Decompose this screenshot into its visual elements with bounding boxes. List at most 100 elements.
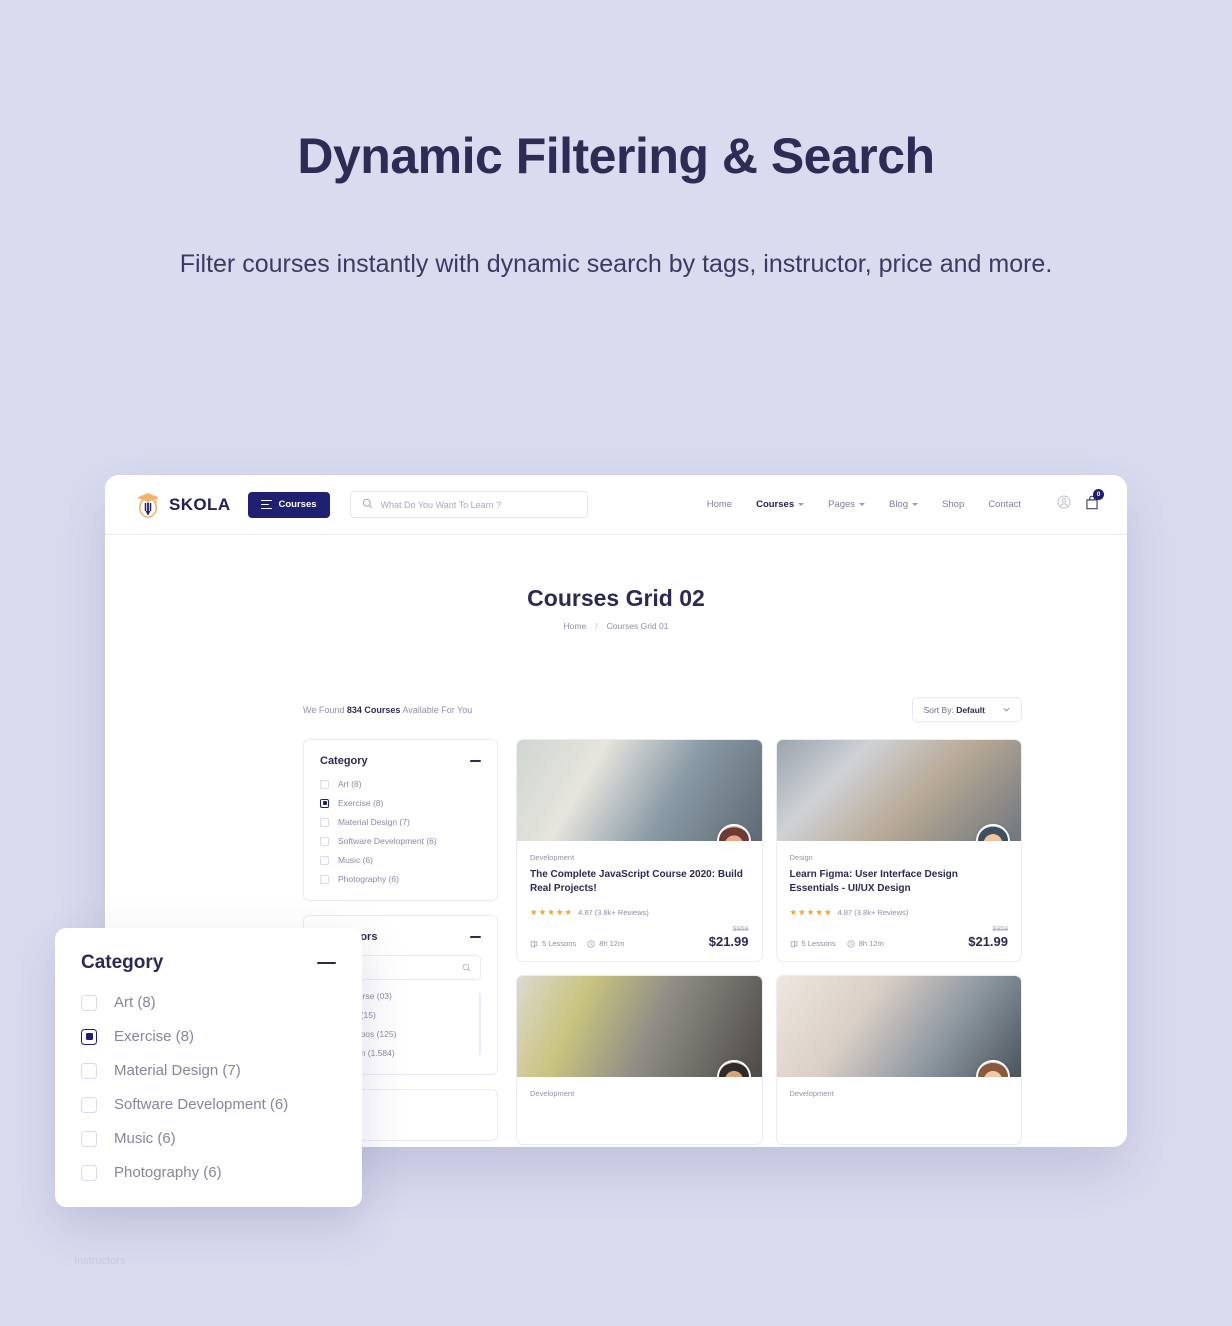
cart-bag-icon[interactable]: 0 bbox=[1085, 488, 1104, 515]
sort-by-value: Default bbox=[956, 704, 985, 715]
category-option-material-design[interactable]: Material Design (7) bbox=[320, 817, 481, 827]
checkbox[interactable] bbox=[320, 817, 329, 827]
category-option-exercise[interactable]: Exercise (8) bbox=[320, 798, 481, 808]
course-page-title: Courses Grid 02 bbox=[527, 585, 705, 611]
header-icons: 0 bbox=[1057, 488, 1104, 515]
results-prefix: We Found bbox=[303, 704, 345, 715]
user-circle-icon[interactable] bbox=[1057, 495, 1071, 514]
checkbox[interactable] bbox=[81, 994, 97, 1011]
course-image bbox=[517, 976, 762, 1078]
option-label: Software Development (6) bbox=[114, 1096, 289, 1113]
courses-menu-button[interactable]: Courses bbox=[247, 491, 330, 518]
instructor-avatar[interactable] bbox=[716, 824, 751, 841]
course-price: $959 $21.99 bbox=[709, 926, 749, 949]
lessons-text: 5 Lessons bbox=[801, 939, 836, 949]
minus-icon[interactable] bbox=[470, 936, 481, 938]
checkbox[interactable] bbox=[81, 1164, 97, 1181]
checkbox[interactable] bbox=[320, 836, 329, 846]
avatar-photo bbox=[978, 826, 1008, 841]
clock-icon bbox=[587, 940, 595, 948]
zoom-category-option-software-development[interactable]: Software Development (6) bbox=[81, 1096, 336, 1113]
clock-icon bbox=[847, 940, 855, 948]
zoom-popup-header: Category bbox=[81, 952, 336, 974]
hero-section: Dynamic Filtering & Search Filter course… bbox=[0, 0, 1232, 284]
category-option-art[interactable]: Art (8) bbox=[320, 779, 481, 789]
nav-label: Shop bbox=[942, 499, 965, 510]
option-label: Photography (6) bbox=[338, 874, 399, 884]
category-option-software-development[interactable]: Software Development (6) bbox=[320, 836, 481, 846]
course-card[interactable]: Development The Complete JavaScript Cour… bbox=[516, 739, 763, 963]
course-title[interactable]: The Complete JavaScript Course 2020: Bui… bbox=[530, 868, 749, 896]
course-title[interactable]: Learn Figma: User Interface Design Essen… bbox=[790, 868, 1009, 896]
checkbox[interactable] bbox=[81, 1096, 97, 1113]
nav-item-home[interactable]: Home bbox=[707, 499, 732, 510]
chevron-down-icon bbox=[1003, 707, 1010, 712]
nav-item-blog[interactable]: Blog bbox=[889, 499, 919, 510]
checkbox-checked[interactable] bbox=[81, 1028, 97, 1045]
search-input[interactable] bbox=[380, 499, 576, 510]
category-option-music[interactable]: Music (6) bbox=[320, 855, 481, 865]
header-search[interactable] bbox=[349, 491, 588, 518]
course-card-body: Development bbox=[517, 1077, 762, 1144]
zoom-category-option-exercise[interactable]: Exercise (8) bbox=[81, 1028, 336, 1045]
zoom-category-option-material-design[interactable]: Material Design (7) bbox=[81, 1062, 336, 1079]
checkbox[interactable] bbox=[320, 855, 329, 865]
sort-by-dropdown[interactable]: Sort By: Default bbox=[911, 697, 1022, 722]
zoom-category-option-photography[interactable]: Photography (6) bbox=[81, 1164, 336, 1181]
breadcrumb-home[interactable]: Home bbox=[564, 621, 587, 631]
course-card-body: Development bbox=[777, 1077, 1022, 1144]
course-title[interactable] bbox=[530, 1104, 749, 1132]
course-card[interactable]: Development bbox=[516, 975, 763, 1146]
checkbox[interactable] bbox=[81, 1130, 97, 1147]
nav-label: Courses bbox=[756, 499, 795, 510]
option-label: Art (8) bbox=[114, 994, 156, 1011]
checkbox[interactable] bbox=[81, 1062, 97, 1079]
star-rating-icons: ★★★★★ bbox=[530, 907, 574, 918]
nav-item-contact[interactable]: Contact bbox=[988, 499, 1021, 510]
results-bar: We Found 834 Courses Available For You S… bbox=[303, 697, 1022, 722]
nav-item-shop[interactable]: Shop bbox=[942, 499, 964, 510]
breadcrumb-separator: / bbox=[595, 621, 598, 631]
course-card-footer: 5 Lessons 8h 12m $959 $21.99 bbox=[790, 926, 1008, 949]
instructor-avatar[interactable] bbox=[976, 1060, 1010, 1078]
minus-icon[interactable] bbox=[470, 760, 481, 762]
nav-item-courses[interactable]: Courses bbox=[756, 499, 805, 510]
option-label: Exercise (8) bbox=[338, 798, 384, 808]
course-card[interactable]: Development bbox=[775, 975, 1022, 1146]
course-image bbox=[776, 740, 1021, 841]
instructor-avatar[interactable] bbox=[716, 1060, 751, 1078]
checkbox-checked[interactable] bbox=[320, 798, 329, 808]
book-icon bbox=[790, 941, 797, 948]
checkbox[interactable] bbox=[320, 874, 329, 884]
rating-text: 4.87 (3.8k+ Reviews) bbox=[837, 908, 909, 918]
cart-count-badge: 0 bbox=[1093, 488, 1104, 500]
logo[interactable]: SKOLA bbox=[135, 490, 231, 520]
course-card[interactable]: Design Learn Figma: User Interface Desig… bbox=[775, 739, 1022, 963]
zoom-category-option-music[interactable]: Music (6) bbox=[81, 1130, 336, 1147]
old-price: $959 bbox=[732, 926, 749, 934]
courses-menu-label: Courses bbox=[278, 499, 317, 510]
checkbox[interactable] bbox=[320, 779, 329, 789]
instructor-avatar[interactable] bbox=[976, 824, 1010, 841]
search-icon bbox=[462, 959, 471, 977]
nav-label: Pages bbox=[828, 499, 856, 510]
zoom-category-option-art[interactable]: Art (8) bbox=[81, 994, 336, 1011]
course-image bbox=[517, 740, 762, 841]
results-count-text: We Found 834 Courses Available For You bbox=[303, 705, 472, 715]
rating-text: 4.87 (3.8k+ Reviews) bbox=[578, 908, 649, 918]
book-icon bbox=[530, 941, 538, 948]
course-title[interactable] bbox=[790, 1104, 1009, 1132]
minus-icon[interactable] bbox=[317, 961, 336, 965]
site-header: SKOLA Courses Home Courses Pages bbox=[105, 475, 1127, 535]
course-price: $959 $21.99 bbox=[968, 926, 1008, 949]
chevron-down-icon bbox=[859, 503, 866, 506]
option-label: Art (8) bbox=[338, 779, 362, 789]
option-label: Photography (6) bbox=[114, 1164, 222, 1181]
nav-item-pages[interactable]: Pages bbox=[828, 499, 866, 510]
chevron-down-icon bbox=[912, 503, 919, 506]
zoomed-category-popup: Category Art (8) Exercise (8) Material D… bbox=[55, 928, 362, 1207]
category-filter-panel: Category Art (8) Exercise (8) Material D… bbox=[303, 739, 498, 901]
course-tag: Development bbox=[530, 853, 575, 862]
category-option-photography[interactable]: Photography (6) bbox=[320, 874, 481, 884]
graduation-cap-pencil-icon bbox=[135, 490, 161, 520]
